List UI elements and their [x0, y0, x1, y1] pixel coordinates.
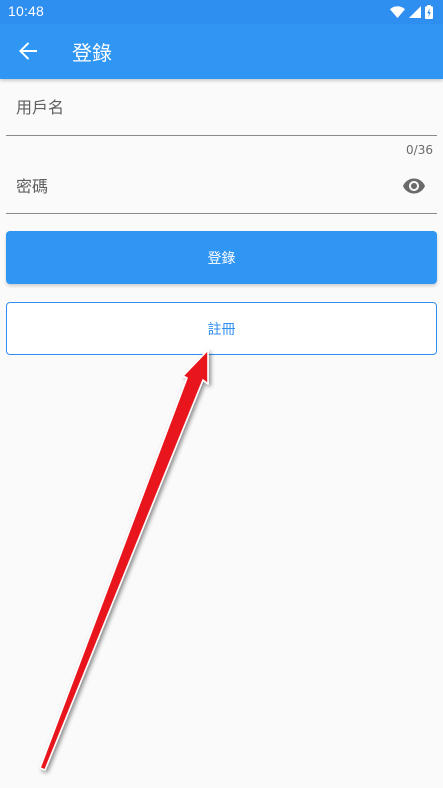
password-input[interactable]	[16, 160, 386, 212]
wifi-icon	[390, 6, 405, 18]
page-title: 登錄	[72, 41, 112, 65]
eye-icon	[403, 178, 425, 194]
username-field	[6, 80, 437, 136]
cellular-signal-icon	[409, 6, 421, 18]
status-icons	[390, 4, 433, 20]
register-button[interactable]: 註冊	[6, 302, 437, 355]
password-visibility-toggle[interactable]	[401, 174, 427, 198]
status-bar: 10:48	[0, 0, 443, 24]
arrow-back-icon	[19, 42, 37, 60]
app-bar: 登錄	[0, 24, 443, 79]
back-button[interactable]	[10, 33, 46, 69]
username-counter: 0/36	[406, 143, 433, 157]
status-time: 10:48	[8, 3, 45, 19]
password-field	[6, 160, 437, 214]
battery-charging-icon	[425, 5, 433, 19]
login-button[interactable]: 登錄	[6, 231, 437, 284]
username-input[interactable]	[16, 80, 386, 134]
